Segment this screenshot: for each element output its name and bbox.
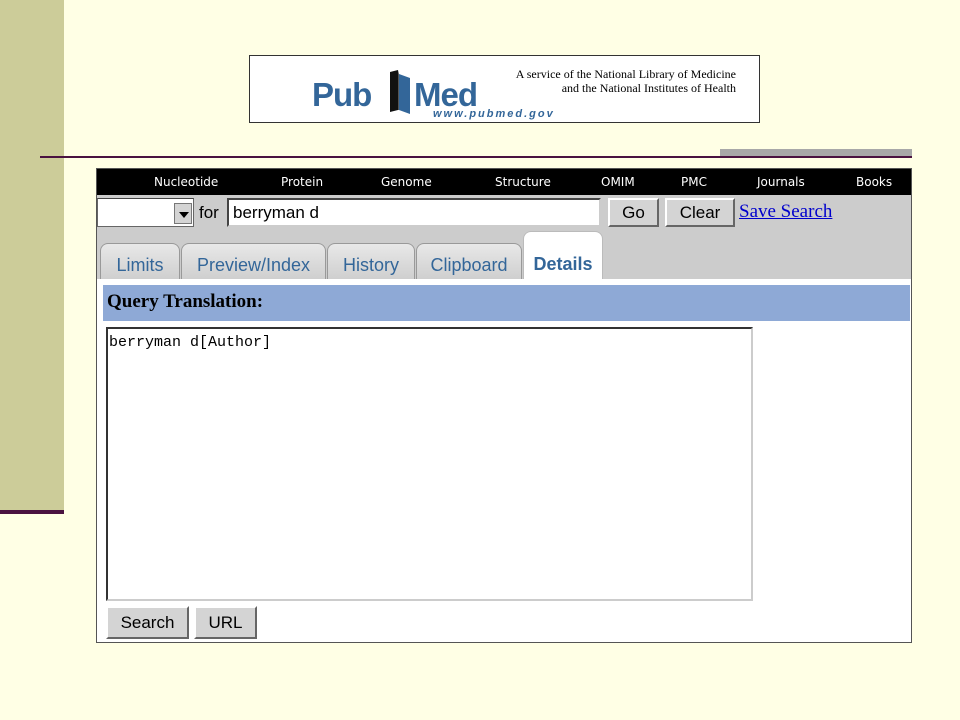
- sidebar-accent-line: [0, 510, 64, 514]
- service-line-2: and the National Institutes of Health: [561, 81, 736, 95]
- horizontal-rule: [40, 156, 912, 158]
- nav-item-journals[interactable]: Journals: [757, 175, 805, 189]
- database-select[interactable]: [97, 198, 194, 227]
- nav-item-pmc[interactable]: PMC: [681, 175, 707, 189]
- nav-item-protein[interactable]: Protein: [281, 175, 323, 189]
- tab-preview-index[interactable]: Preview/Index: [181, 243, 326, 279]
- clear-button[interactable]: Clear: [665, 198, 735, 227]
- sidebar-decoration: [0, 0, 64, 510]
- service-statement: A service of the National Library of Med…: [512, 67, 736, 95]
- database-navbar: Nucleotide Protein Genome Structure OMIM…: [97, 169, 911, 195]
- tab-details[interactable]: Details: [523, 231, 603, 279]
- pubmed-search-panel: Nucleotide Protein Genome Structure OMIM…: [96, 168, 912, 643]
- nav-item-omim[interactable]: OMIM: [601, 175, 635, 189]
- go-button[interactable]: Go: [608, 198, 659, 227]
- query-translation-heading: Query Translation:: [103, 285, 910, 321]
- pubmed-banner: Pub Med www.pubmed.gov A service of the …: [249, 55, 760, 123]
- search-bar: for berryman d Go Clear Save Search: [97, 195, 911, 231]
- search-button[interactable]: Search: [106, 606, 189, 639]
- feature-tabs: Limits Preview/Index History Clipboard D…: [97, 231, 911, 279]
- url-button[interactable]: URL: [194, 606, 257, 639]
- logo-url-text: www.pubmed.gov: [433, 108, 555, 120]
- nav-item-nucleotide[interactable]: Nucleotide: [154, 175, 218, 189]
- service-line-1: A service of the National Library of Med…: [515, 67, 736, 81]
- nav-item-genome[interactable]: Genome: [381, 175, 432, 189]
- for-label: for: [199, 203, 219, 222]
- tab-limits[interactable]: Limits: [100, 243, 180, 279]
- book-icon: [390, 70, 410, 114]
- nav-item-books[interactable]: Books: [856, 175, 892, 189]
- tab-clipboard[interactable]: Clipboard: [416, 243, 522, 279]
- chevron-down-icon[interactable]: [174, 203, 192, 224]
- query-translation-textarea[interactable]: berryman d[Author]: [106, 327, 753, 601]
- save-search-link[interactable]: Save Search: [739, 201, 832, 223]
- logo-text-pub: Pub: [312, 76, 372, 113]
- search-term-input[interactable]: berryman d: [227, 198, 601, 227]
- grey-strip-decoration: [720, 149, 912, 156]
- tab-history[interactable]: History: [327, 243, 415, 279]
- nav-item-structure[interactable]: Structure: [495, 175, 551, 189]
